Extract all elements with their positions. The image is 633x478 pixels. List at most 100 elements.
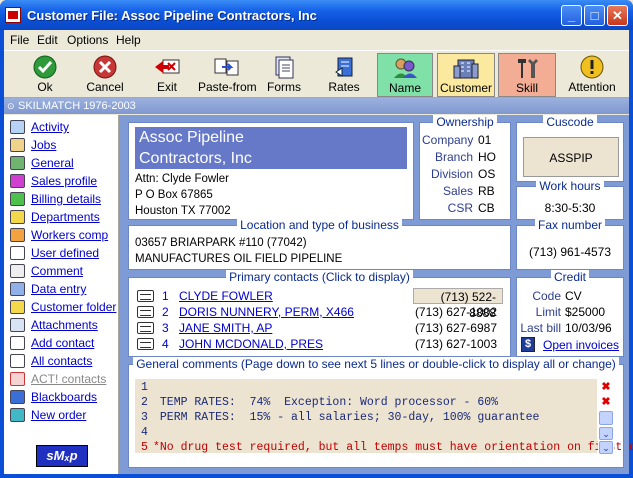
comments-scrollbar[interactable]: ✖ ✖ ⌄ ⌄ xyxy=(598,379,614,454)
menu-help[interactable]: Help xyxy=(116,33,141,47)
maximize-button[interactable]: □ xyxy=(584,5,605,26)
division-value[interactable]: OS xyxy=(478,167,495,181)
sales-label: Sales xyxy=(442,184,473,198)
cuscode-panel: Cuscode ASSPIP xyxy=(516,115,624,182)
contact-name-link[interactable]: DORIS NUNNERY, PERM, X466 xyxy=(179,305,354,319)
contact-name-link[interactable]: JANE SMITH, AP xyxy=(179,321,272,335)
sidebar-item-billing-details[interactable]: Billing details xyxy=(10,191,118,208)
location-panel: Location and type of business 03657 BRIA… xyxy=(128,218,511,270)
paste-from-button[interactable]: Paste-from xyxy=(198,53,257,97)
contact-card-icon[interactable] xyxy=(137,290,154,302)
paste-icon xyxy=(212,55,240,79)
customer-button[interactable]: Customer xyxy=(437,53,495,97)
skill-button[interactable]: Skill xyxy=(498,53,556,97)
scroll-down-icon[interactable]: ⌄ xyxy=(599,441,613,454)
sidebar-item-data-entry[interactable]: Data entry xyxy=(10,281,118,298)
sidebar-item-workers-comp[interactable]: Workers comp xyxy=(10,227,118,244)
sidebar-item-customer-folder[interactable]: Customer folder xyxy=(10,299,118,316)
location-line-2[interactable]: MANUFACTURES OIL FIELD PIPELINE xyxy=(135,253,342,265)
minimize-button[interactable]: _ xyxy=(561,5,582,26)
company-name[interactable]: Assoc Pipeline Contractors, Inc xyxy=(135,127,407,169)
sidebar-item-comment[interactable]: Comment xyxy=(10,263,118,280)
contact-row[interactable]: 2 DORIS NUNNERY, PERM, X466 (713) 627-10… xyxy=(137,304,497,320)
sidebar-item-all-contacts[interactable]: All contacts xyxy=(10,353,118,370)
name-button[interactable]: Name xyxy=(377,53,433,97)
contact-card-icon[interactable] xyxy=(137,306,154,318)
contact-card-icon[interactable] xyxy=(137,338,154,350)
exit-arrow-icon xyxy=(153,55,181,79)
ownership-title: Ownership xyxy=(433,115,497,129)
exclamation-icon xyxy=(578,55,606,79)
work-hours-panel: Work hours 8:30-5:30 xyxy=(516,179,624,220)
contacts-panel: Primary contacts (Click to display) 1 CL… xyxy=(128,270,511,357)
location-title: Location and type of business xyxy=(237,218,402,232)
dollar-icon[interactable]: $ xyxy=(521,337,535,352)
title-bar[interactable]: Customer File: Assoc Pipeline Contractor… xyxy=(0,0,633,30)
act-contacts-icon xyxy=(10,372,25,386)
sidebar-item-attachments[interactable]: Attachments xyxy=(10,317,118,334)
app-banner: SKILMATCH 1976-2003 xyxy=(4,98,629,114)
sidebar-item-activity[interactable]: Activity xyxy=(10,119,118,136)
csr-value[interactable]: CB xyxy=(478,201,495,215)
delete-line-icon[interactable]: ✖ xyxy=(599,396,613,409)
sidebar-item-add-contact[interactable]: Add contact xyxy=(10,335,118,352)
sidebar-item-general[interactable]: General xyxy=(10,155,118,172)
contact-row[interactable]: 1 CLYDE FOWLER (713) 522-8888 xyxy=(137,288,503,320)
address-line-1: P O Box 67865 xyxy=(135,189,213,201)
company-value[interactable]: 01 xyxy=(478,133,491,147)
sidebar-item-new-order[interactable]: New order xyxy=(10,407,118,424)
close-button[interactable]: ✕ xyxy=(607,5,628,26)
contact-phone[interactable]: (713) 627-1003 xyxy=(413,336,503,352)
scroll-thumb[interactable] xyxy=(599,411,613,425)
workers-comp-icon xyxy=(10,228,25,242)
general-icon xyxy=(10,156,25,170)
fax-panel: Fax number (713) 961-4573 xyxy=(516,218,624,270)
comment-icon xyxy=(10,264,25,278)
contact-name-link[interactable]: JOHN MCDONALD, PRES xyxy=(179,337,323,351)
cuscode-value[interactable]: ASSPIP xyxy=(523,137,619,177)
scroll-down-icon[interactable]: ⌄ xyxy=(599,427,613,440)
work-hours-value[interactable]: 8:30-5:30 xyxy=(517,201,623,215)
blackboard-icon xyxy=(10,390,25,404)
sidebar-item-sales-profile[interactable]: Sales profile xyxy=(10,173,118,190)
menu-file[interactable]: File xyxy=(10,33,29,47)
sidebar-item-act-contacts[interactable]: ACT! contacts xyxy=(10,371,118,388)
toolbar: Ok Cancel Exit Paste-from Forms Rates Na… xyxy=(4,50,629,98)
exit-button[interactable]: Exit xyxy=(142,53,192,97)
credit-limit-value[interactable]: $25000 xyxy=(565,305,605,319)
contact-row[interactable]: 4 JOHN MCDONALD, PRES (713) 627-1003 xyxy=(137,336,497,352)
sidebar-item-user-defined[interactable]: User defined xyxy=(10,245,118,262)
menu-options[interactable]: Options xyxy=(67,33,108,47)
app-icon[interactable] xyxy=(5,7,21,23)
sidebar-item-jobs[interactable]: Jobs xyxy=(10,137,118,154)
contact-phone[interactable]: (713) 627-6987 xyxy=(413,320,503,336)
add-contact-icon xyxy=(10,336,25,350)
fax-value[interactable]: (713) 961-4573 xyxy=(517,245,623,259)
client-area: File Edit Options Help Ok Cancel Exit Pa… xyxy=(4,30,633,474)
cancel-button[interactable]: Cancel xyxy=(80,53,130,97)
delete-line-icon[interactable]: ✖ xyxy=(599,381,613,394)
sidebar: Activity Jobs General Sales profile Bill… xyxy=(4,115,119,474)
rates-button[interactable]: Rates xyxy=(322,53,366,97)
contact-name-link[interactable]: CLYDE FOWLER xyxy=(179,289,273,303)
branch-value[interactable]: HO xyxy=(478,150,496,164)
last-bill-value[interactable]: 10/03/96 xyxy=(565,321,612,335)
location-line-1[interactable]: 03657 BRIARPARK #110 (77042) xyxy=(135,237,307,249)
sales-value[interactable]: RB xyxy=(478,184,495,198)
credit-title: Credit xyxy=(550,270,589,284)
attention-button[interactable]: Attention xyxy=(562,53,622,97)
forms-button[interactable]: Forms xyxy=(262,53,306,97)
ok-button[interactable]: Ok xyxy=(20,53,70,97)
contact-card-icon[interactable] xyxy=(137,322,154,334)
sidebar-item-blackboards[interactable]: Blackboards xyxy=(10,389,118,406)
credit-limit-label: Limit xyxy=(535,305,561,319)
credit-code-value[interactable]: CV xyxy=(565,289,582,303)
menu-edit[interactable]: Edit xyxy=(37,33,58,47)
contact-row[interactable]: 3 JANE SMITH, AP (713) 627-6987 xyxy=(137,320,497,336)
contact-phone[interactable]: (713) 627-1002 xyxy=(413,304,503,320)
open-invoices-link[interactable]: Open invoices xyxy=(543,338,619,352)
company-panel: Assoc Pipeline Contractors, Inc Attn: Cl… xyxy=(128,122,414,220)
sidebar-item-departments[interactable]: Departments xyxy=(10,209,118,226)
comments-textarea[interactable]: 1 2 TEMP RATES: 74% Exception: Word proc… xyxy=(135,379,633,454)
contact-phone[interactable]: (713) 522-8888 xyxy=(413,288,503,320)
